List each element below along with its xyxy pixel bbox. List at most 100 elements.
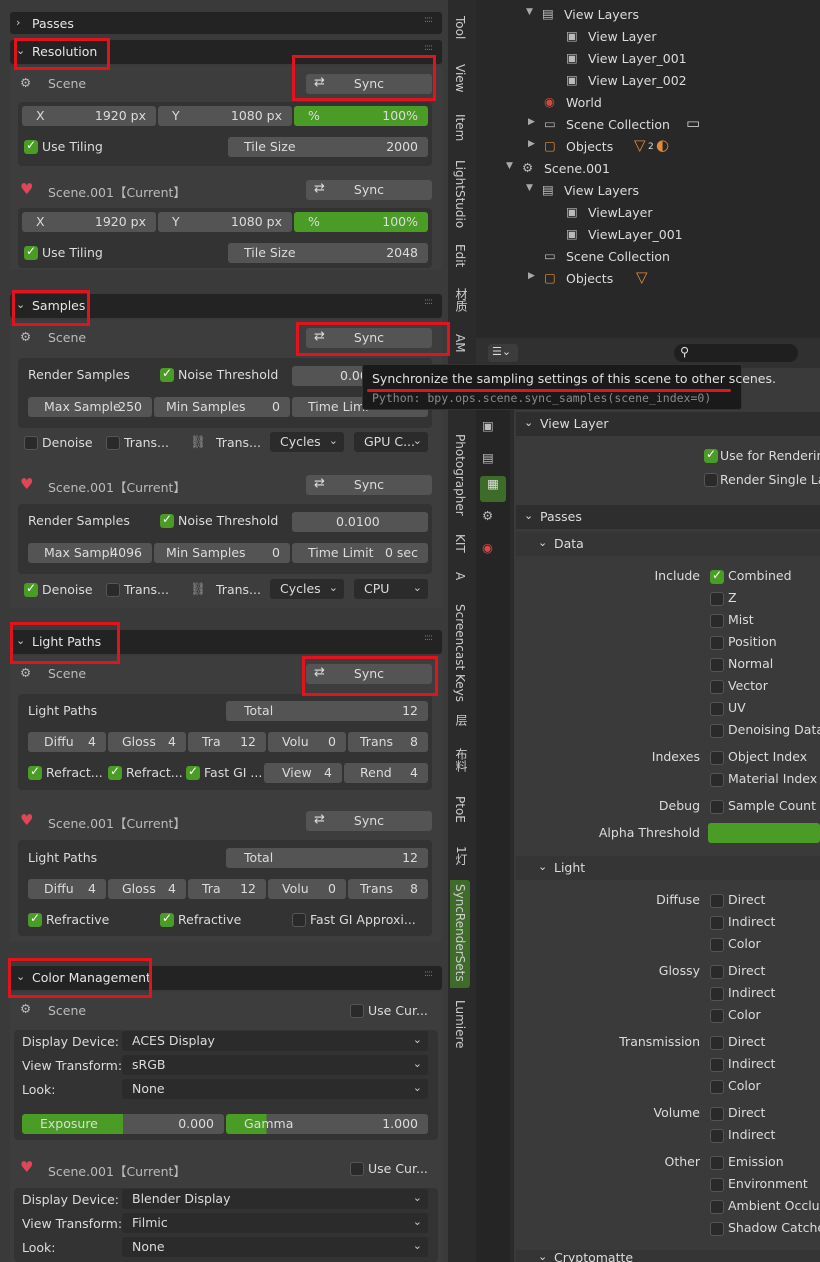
outliner-row[interactable]: ▶ ▭ Scene Collection bbox=[476, 114, 820, 136]
search-input[interactable]: ⚲ bbox=[674, 344, 798, 362]
view-field[interactable]: View 4 bbox=[264, 763, 342, 783]
sidebar-tab[interactable]: SyncRenderSets bbox=[450, 880, 470, 988]
expand-arrow-icon[interactable]: ▶ bbox=[528, 117, 535, 127]
outliner-row[interactable]: ▣ ViewLayer_001 bbox=[476, 224, 820, 246]
pass-checkbox[interactable] bbox=[710, 614, 724, 628]
editor-type-button[interactable]: ☰⌄ bbox=[488, 344, 518, 362]
light-pass-checkbox[interactable] bbox=[710, 987, 724, 1001]
denoise-checkbox[interactable] bbox=[24, 436, 38, 450]
time-limit-field-2[interactable]: Time Limit 0 sec bbox=[292, 543, 428, 563]
use-tiling-checkbox[interactable] bbox=[24, 138, 38, 154]
gamma-field[interactable]: Gamma 1.000 bbox=[226, 1114, 428, 1134]
mesh-icon[interactable]: ▽ bbox=[634, 136, 646, 154]
expand-arrow-icon[interactable]: ▶ bbox=[528, 139, 535, 149]
outliner-row[interactable]: ▣ ViewLayer bbox=[476, 202, 820, 224]
light-pass-checkbox[interactable] bbox=[710, 1058, 724, 1072]
sidebar-tab[interactable]: 1灯 bbox=[450, 842, 470, 876]
view-transform-select-2[interactable]: Filmic ⌄ bbox=[122, 1213, 428, 1233]
sidebar-tab[interactable]: View bbox=[450, 60, 470, 104]
resolution-header[interactable]: ⌄ Resolution :::: bbox=[10, 40, 442, 64]
outliner-row[interactable]: ▼ ▤ View Layers bbox=[476, 4, 820, 26]
outliner-row[interactable]: ▣ View Layer bbox=[476, 26, 820, 48]
engine-select[interactable]: Cycles ⌄ bbox=[270, 432, 344, 452]
sidebar-tab[interactable]: LightStudio bbox=[450, 156, 470, 234]
res-y-field[interactable]: Y 1080 px bbox=[158, 106, 292, 126]
expand-arrow-icon[interactable]: ▼ bbox=[526, 7, 533, 17]
pass-checkbox[interactable] bbox=[710, 751, 724, 765]
sync-button-2[interactable]: ⇄ Sync bbox=[306, 180, 432, 200]
res-x-field[interactable]: X 1920 px bbox=[22, 106, 156, 126]
device-select-2[interactable]: CPU ⌄ bbox=[354, 579, 428, 599]
display-device-select[interactable]: ACES Display ⌄ bbox=[122, 1031, 428, 1051]
sync-samples-button-2[interactable]: ⇄ Sync bbox=[306, 475, 432, 495]
other-pass-checkbox[interactable] bbox=[710, 1178, 724, 1192]
transmission-field[interactable]: Tra 12 bbox=[188, 732, 266, 752]
sidebar-tab[interactable]: 布料 bbox=[450, 744, 470, 786]
light-pass-checkbox[interactable] bbox=[710, 965, 724, 979]
light-pass-checkbox[interactable] bbox=[710, 1129, 724, 1143]
passes-panel-header[interactable]: ⌄ Passes bbox=[516, 505, 820, 529]
min-samples-field-2[interactable]: Min Samples 0 bbox=[154, 543, 290, 563]
exposure-field[interactable]: Exposure 0.000 bbox=[22, 1114, 224, 1134]
other-pass-checkbox[interactable] bbox=[710, 1222, 724, 1236]
light-pass-checkbox[interactable] bbox=[710, 1036, 724, 1050]
pass-checkbox[interactable] bbox=[710, 724, 724, 738]
res-y-field-2[interactable]: Y 1080 px bbox=[158, 212, 292, 232]
outliner-row[interactable]: ▭ Scene Collection bbox=[476, 246, 820, 268]
look-select-2[interactable]: None ⌄ bbox=[122, 1237, 428, 1257]
glossy-field-2[interactable]: Gloss 4 bbox=[108, 879, 186, 899]
refractive-checkbox[interactable] bbox=[28, 764, 42, 780]
other-pass-checkbox[interactable] bbox=[710, 1200, 724, 1214]
light-pass-checkbox[interactable] bbox=[710, 916, 724, 930]
color-management-header[interactable]: ⌄ Color Management :::: bbox=[10, 966, 442, 990]
light-pass-checkbox[interactable] bbox=[710, 1080, 724, 1094]
world-tab-icon[interactable]: ◉ bbox=[482, 540, 504, 562]
tile-size-field[interactable]: Tile Size 2000 bbox=[228, 137, 428, 157]
outliner-row[interactable]: ▣ View Layer_002 bbox=[476, 70, 820, 92]
res-percent-field-2[interactable]: % 100% bbox=[294, 212, 428, 232]
sidebar-tab[interactable]: A bbox=[450, 568, 470, 594]
light-subpanel-header[interactable]: ⌄ Light bbox=[516, 856, 820, 880]
light-pass-checkbox[interactable] bbox=[710, 894, 724, 908]
collection-icon[interactable]: ▭ bbox=[686, 114, 700, 132]
outliner-row[interactable]: ▼ ⚙ Scene.001 bbox=[476, 158, 820, 180]
expand-arrow-icon[interactable]: ▼ bbox=[526, 183, 533, 193]
passes-header[interactable]: › Passes :::: bbox=[10, 12, 442, 34]
samples-header[interactable]: ⌄ Samples :::: bbox=[10, 294, 442, 318]
noise-threshold-checkbox[interactable] bbox=[160, 366, 174, 382]
sidebar-tab[interactable]: Lumiere bbox=[450, 996, 470, 1056]
alpha-threshold-field[interactable] bbox=[708, 823, 820, 843]
light-pass-checkbox[interactable] bbox=[710, 1009, 724, 1023]
total-field[interactable]: Total 12 bbox=[226, 701, 428, 721]
grip-icon[interactable]: :::: bbox=[424, 15, 433, 25]
res-x-field-2[interactable]: X 1920 px bbox=[22, 212, 156, 232]
light-paths-header[interactable]: ⌄ Light Paths :::: bbox=[10, 630, 442, 654]
render-field[interactable]: Rend 4 bbox=[344, 763, 428, 783]
max-sample-field[interactable]: Max Sample 250 bbox=[28, 397, 152, 417]
diffuse-field-2[interactable]: Diffu 4 bbox=[28, 879, 106, 899]
sidebar-tab[interactable]: PtoE bbox=[450, 792, 470, 836]
sync-samples-button[interactable]: ⇄ Sync bbox=[306, 328, 432, 348]
mesh-icon[interactable]: ▽ bbox=[636, 268, 648, 286]
volume-field-2[interactable]: Volu 0 bbox=[268, 879, 346, 899]
sidebar-tab[interactable]: Screencast Keys bbox=[450, 600, 470, 704]
camera-icon[interactable]: ◐ bbox=[656, 136, 669, 154]
grip-icon[interactable]: :::: bbox=[424, 969, 433, 979]
sync-light-paths-button[interactable]: ⇄ Sync bbox=[306, 664, 432, 684]
expand-arrow-icon[interactable]: ▼ bbox=[506, 161, 513, 171]
sidebar-tab[interactable]: Edit bbox=[450, 240, 470, 278]
noise-threshold-checkbox-2[interactable] bbox=[160, 512, 174, 528]
trans-checkbox[interactable] bbox=[106, 436, 120, 450]
glossy-field[interactable]: Gloss 4 bbox=[108, 732, 186, 752]
transmission-field-2[interactable]: Tra 12 bbox=[188, 879, 266, 899]
light-pass-checkbox[interactable] bbox=[710, 938, 724, 952]
total-field-2[interactable]: Total 12 bbox=[226, 848, 428, 868]
expand-arrow-icon[interactable]: ▶ bbox=[528, 271, 535, 281]
outliner-row[interactable]: ◉ World bbox=[476, 92, 820, 114]
pass-checkbox[interactable] bbox=[710, 658, 724, 672]
light-pass-checkbox[interactable] bbox=[710, 1107, 724, 1121]
outliner-row[interactable]: ▼ ▤ View Layers bbox=[476, 180, 820, 202]
noise-threshold-field-2[interactable]: 0.0100 bbox=[292, 512, 428, 532]
sidebar-tab[interactable]: 层 bbox=[450, 710, 470, 738]
transparent-field[interactable]: Trans 8 bbox=[348, 732, 428, 752]
